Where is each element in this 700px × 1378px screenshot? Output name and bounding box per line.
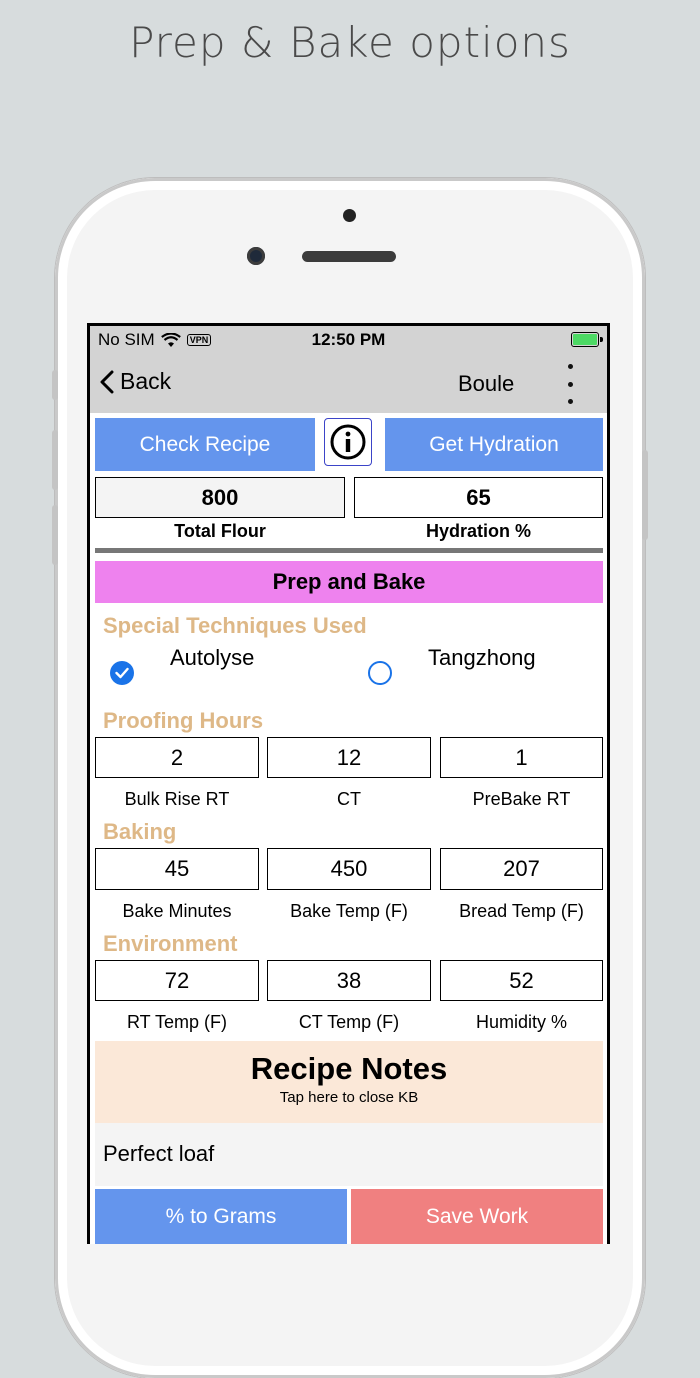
- screenshot-caption: Prep & Bake options: [129, 18, 571, 67]
- more-options-icon[interactable]: [564, 364, 576, 404]
- proofing-header: Proofing Hours: [103, 708, 264, 733]
- divider: [95, 548, 603, 553]
- prep-and-bake-banner: Prep and Bake: [95, 561, 603, 603]
- bake-minutes-input[interactable]: 45: [95, 848, 259, 890]
- chevron-left-icon: [100, 370, 114, 393]
- recipe-notes-header[interactable]: Recipe Notes Tap here to close KB: [95, 1041, 603, 1123]
- prebake-label: PreBake RT: [472, 789, 571, 809]
- recipe-notes-textarea[interactable]: Perfect loaf: [95, 1123, 603, 1186]
- close-keyboard-hint: Tap here to close KB: [279, 1089, 419, 1106]
- environment-header: Environment: [103, 931, 238, 956]
- status-time: 12:50 PM: [311, 330, 386, 349]
- bake-temp-label: Bake Temp (F): [290, 901, 408, 921]
- get-hydration-button[interactable]: Get Hydration: [385, 418, 603, 471]
- navigation-bar: Back Boule: [90, 354, 607, 413]
- back-label: Back: [120, 368, 172, 394]
- ct-hours-input[interactable]: 12: [267, 737, 431, 778]
- ct-temp-input[interactable]: 38: [267, 960, 431, 1001]
- info-icon: [330, 424, 366, 460]
- techniques-header: Special Techniques Used: [103, 613, 367, 638]
- checkmark-icon: [115, 667, 129, 679]
- status-bar: No SIM VPN 12:50 PM: [90, 326, 607, 354]
- ct-hours-label: CT: [337, 789, 361, 809]
- ct-temp-label: CT Temp (F): [298, 1012, 400, 1032]
- bread-temp-label: Bread Temp (F): [459, 901, 584, 921]
- mute-switch: [52, 370, 58, 400]
- total-flour-input[interactable]: 800: [95, 477, 345, 518]
- phone-screen: No SIM VPN 12:50 PM Back Boule Check Rec…: [87, 323, 610, 1244]
- hydration-input[interactable]: 65: [354, 477, 603, 518]
- tangzhong-label: Tangzhong: [428, 645, 536, 670]
- recipe-notes-title: Recipe Notes: [250, 1051, 448, 1086]
- tangzhong-checkbox[interactable]: [368, 661, 392, 685]
- rt-temp-input[interactable]: 72: [95, 960, 259, 1001]
- earpiece-speaker: [302, 251, 396, 262]
- hydration-label: Hydration %: [425, 521, 531, 541]
- nav-title: Boule: [458, 371, 515, 396]
- total-flour-label: Total Flour: [174, 521, 266, 541]
- bulk-rise-input[interactable]: 2: [95, 737, 259, 778]
- bake-minutes-label: Bake Minutes: [122, 901, 232, 921]
- save-work-button[interactable]: Save Work: [351, 1189, 603, 1244]
- power-button: [642, 450, 648, 540]
- bread-temp-input[interactable]: 207: [440, 848, 603, 890]
- proximity-sensor: [343, 209, 356, 222]
- volume-up-button: [52, 430, 58, 490]
- bulk-rise-label: Bulk Rise RT: [124, 789, 230, 809]
- humidity-label: Humidity %: [475, 1012, 568, 1032]
- bake-temp-input[interactable]: 450: [267, 848, 431, 890]
- info-button[interactable]: [324, 418, 372, 466]
- battery-icon: [571, 332, 603, 347]
- front-camera: [247, 247, 265, 265]
- volume-down-button: [52, 505, 58, 565]
- baking-header: Baking: [103, 819, 177, 844]
- percent-to-grams-button[interactable]: % to Grams: [95, 1189, 347, 1244]
- humidity-input[interactable]: 52: [440, 960, 603, 1001]
- autolyse-checkbox[interactable]: [110, 661, 134, 685]
- autolyse-label: Autolyse: [170, 645, 255, 670]
- prebake-input[interactable]: 1: [440, 737, 603, 778]
- main-content: Check Recipe Get Hydration 800 65 Total …: [90, 413, 607, 1244]
- check-recipe-button[interactable]: Check Recipe: [95, 418, 315, 471]
- back-button[interactable]: Back: [100, 368, 171, 395]
- rt-temp-label: RT Temp (F): [126, 1012, 228, 1032]
